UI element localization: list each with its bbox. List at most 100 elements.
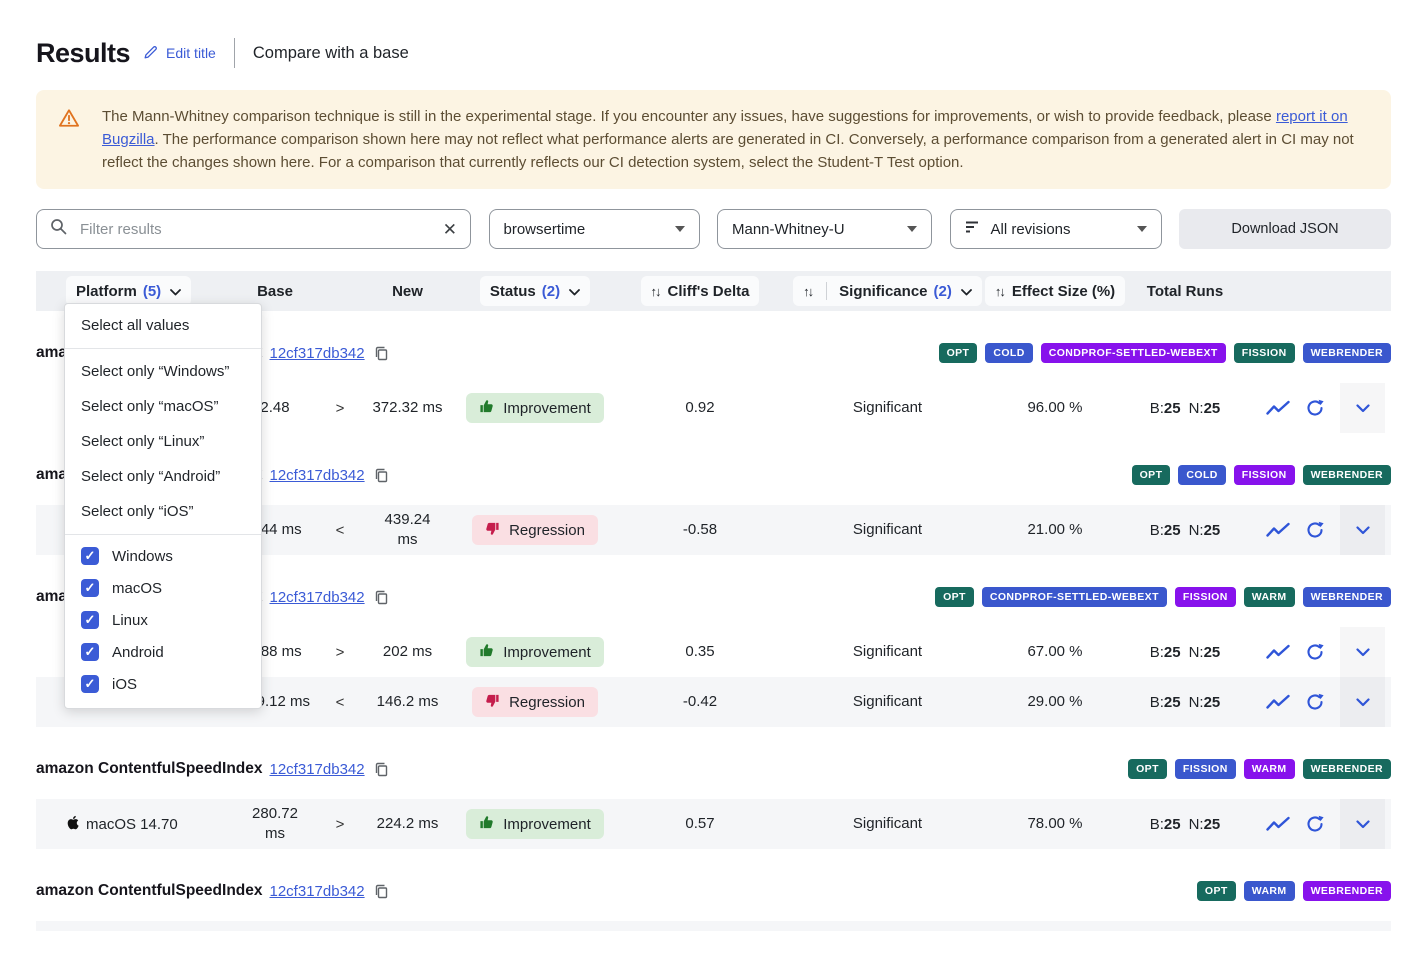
revision-link[interactable]: 12cf317db342 <box>270 883 365 900</box>
status-filter-button[interactable]: Status (2) <box>480 276 590 306</box>
tag: OPT <box>939 343 978 363</box>
menu-item-select-only-ios[interactable]: Select only “iOS” <box>65 494 261 529</box>
status-label: Status <box>490 283 536 300</box>
thumbs-up-icon <box>479 815 494 834</box>
tag: WEBRENDER <box>1303 587 1391 607</box>
menu-item-select-only-macos[interactable]: Select only “macOS” <box>65 389 261 424</box>
status-badge: Improvement <box>466 393 604 423</box>
base-value: 2.48 <box>260 398 289 418</box>
platform-filter-button[interactable]: Platform (5) <box>66 276 191 306</box>
graph-icon[interactable] <box>1266 694 1290 710</box>
expand-row-button[interactable] <box>1340 383 1385 433</box>
revisions-select[interactable]: All revisions <box>950 209 1162 249</box>
revision-link[interactable]: 12cf317db342 <box>270 467 365 484</box>
test-select[interactable]: Mann-Whitney-U <box>717 209 932 249</box>
copy-icon[interactable] <box>374 468 389 483</box>
checkbox-checked-icon[interactable] <box>81 643 99 661</box>
status-badge: Improvement <box>466 637 604 667</box>
menu-option-ios[interactable]: iOS <box>65 668 261 700</box>
chevron-down-icon <box>569 283 580 300</box>
platform-filter-menu: Select all values Select only “Windows” … <box>64 303 262 709</box>
copy-icon[interactable] <box>374 884 389 899</box>
significance-count: (2) <box>934 283 952 300</box>
checkbox-checked-icon[interactable] <box>81 675 99 693</box>
revision-link[interactable]: 12cf317db342 <box>270 589 365 606</box>
effect-size-sort-button[interactable]: ↑↓ Effect Size (%) <box>985 276 1125 306</box>
search-input-wrapper: ✕ <box>36 209 471 249</box>
tag-list: OPT CONDPROF-SETTLED-WEBEXT FISSION WARM… <box>935 587 1391 607</box>
platform-name: macOS 14.70 <box>86 816 178 833</box>
significance-value: Significant <box>853 814 922 834</box>
pencil-icon <box>143 44 159 63</box>
effect-size-label: Effect Size (%) <box>1012 283 1115 300</box>
total-runs-value: B:25N:25 <box>1150 816 1221 833</box>
menu-item-select-all[interactable]: Select all values <box>65 308 261 343</box>
tag: FISSION <box>1234 343 1295 363</box>
row-actions <box>1250 399 1340 417</box>
graph-icon[interactable] <box>1266 644 1290 660</box>
retrigger-icon[interactable] <box>1306 399 1324 417</box>
checkbox-checked-icon[interactable] <box>81 611 99 629</box>
retrigger-icon[interactable] <box>1306 815 1324 833</box>
edit-title-label: Edit title <box>166 45 216 61</box>
tag: OPT <box>1128 759 1167 779</box>
expand-row-button[interactable] <box>1340 799 1385 849</box>
significance-header-button[interactable]: ↑↓ Significance (2) <box>793 276 982 306</box>
retrigger-icon[interactable] <box>1306 521 1324 539</box>
result-section: amazon ContentfulSpeedIndex 12cf317db342… <box>36 759 1391 849</box>
menu-item-select-only-linux[interactable]: Select only “Linux” <box>65 424 261 459</box>
menu-option-label: macOS <box>112 580 162 597</box>
tag: WARM <box>1244 759 1295 779</box>
edit-title-button[interactable]: Edit title <box>143 44 216 63</box>
effect-size-value: 29.00 % <box>1027 692 1082 712</box>
total-runs-value: B:25N:25 <box>1150 644 1221 661</box>
revision-link[interactable]: 12cf317db342 <box>270 761 365 778</box>
menu-option-linux[interactable]: Linux <box>65 604 261 636</box>
filter-lines-icon <box>965 220 981 238</box>
revision-link[interactable]: 12cf317db342 <box>270 345 365 362</box>
copy-icon[interactable] <box>374 590 389 605</box>
clear-search-button[interactable]: ✕ <box>443 221 457 238</box>
sort-icon: ↑↓ <box>803 284 812 299</box>
caret-down-icon <box>675 226 685 232</box>
menu-option-windows[interactable]: Windows <box>65 540 261 572</box>
row-actions <box>1250 521 1340 539</box>
retrigger-icon[interactable] <box>1306 693 1324 711</box>
graph-icon[interactable] <box>1266 522 1290 538</box>
search-icon <box>50 218 67 240</box>
new-value: 224.2 ms <box>377 814 439 834</box>
cliffs-delta-sort-button[interactable]: ↑↓ Cliff's Delta <box>641 276 760 306</box>
tag: OPT <box>1197 881 1236 901</box>
chevron-down-icon <box>1356 816 1370 833</box>
copy-icon[interactable] <box>374 762 389 777</box>
retrigger-icon[interactable] <box>1306 643 1324 661</box>
expand-row-button[interactable] <box>1340 627 1385 677</box>
platform-label: Platform <box>76 283 137 300</box>
filter-results-input[interactable] <box>78 220 432 239</box>
column-new: New <box>392 283 423 300</box>
menu-item-select-only-windows[interactable]: Select only “Windows” <box>65 354 261 389</box>
tag: OPT <box>1132 465 1171 485</box>
checkbox-checked-icon[interactable] <box>81 579 99 597</box>
graph-icon[interactable] <box>1266 400 1290 416</box>
platform-cell: macOS 14.70 <box>66 814 178 835</box>
framework-select-value: browsertime <box>504 221 586 238</box>
menu-option-macos[interactable]: macOS <box>65 572 261 604</box>
header-divider <box>234 38 235 68</box>
direction-indicator: > <box>336 400 345 417</box>
framework-select[interactable]: browsertime <box>489 209 700 249</box>
download-json-button[interactable]: Download JSON <box>1179 209 1391 249</box>
menu-option-android[interactable]: Android <box>65 636 261 668</box>
base-value: 280.72 ms <box>252 804 298 844</box>
sort-icon: ↑↓ <box>651 284 660 299</box>
copy-icon[interactable] <box>374 346 389 361</box>
column-total-runs: Total Runs <box>1147 283 1223 300</box>
menu-item-select-only-android[interactable]: Select only “Android” <box>65 459 261 494</box>
effect-size-value: 96.00 % <box>1027 398 1082 418</box>
expand-row-button[interactable] <box>1340 677 1385 727</box>
checkbox-checked-icon[interactable] <box>81 547 99 565</box>
expand-row-button[interactable] <box>1340 505 1385 555</box>
graph-icon[interactable] <box>1266 816 1290 832</box>
tag: CONDPROF-SETTLED-WEBEXT <box>1041 343 1226 363</box>
sort-icon: ↑↓ <box>995 284 1004 299</box>
